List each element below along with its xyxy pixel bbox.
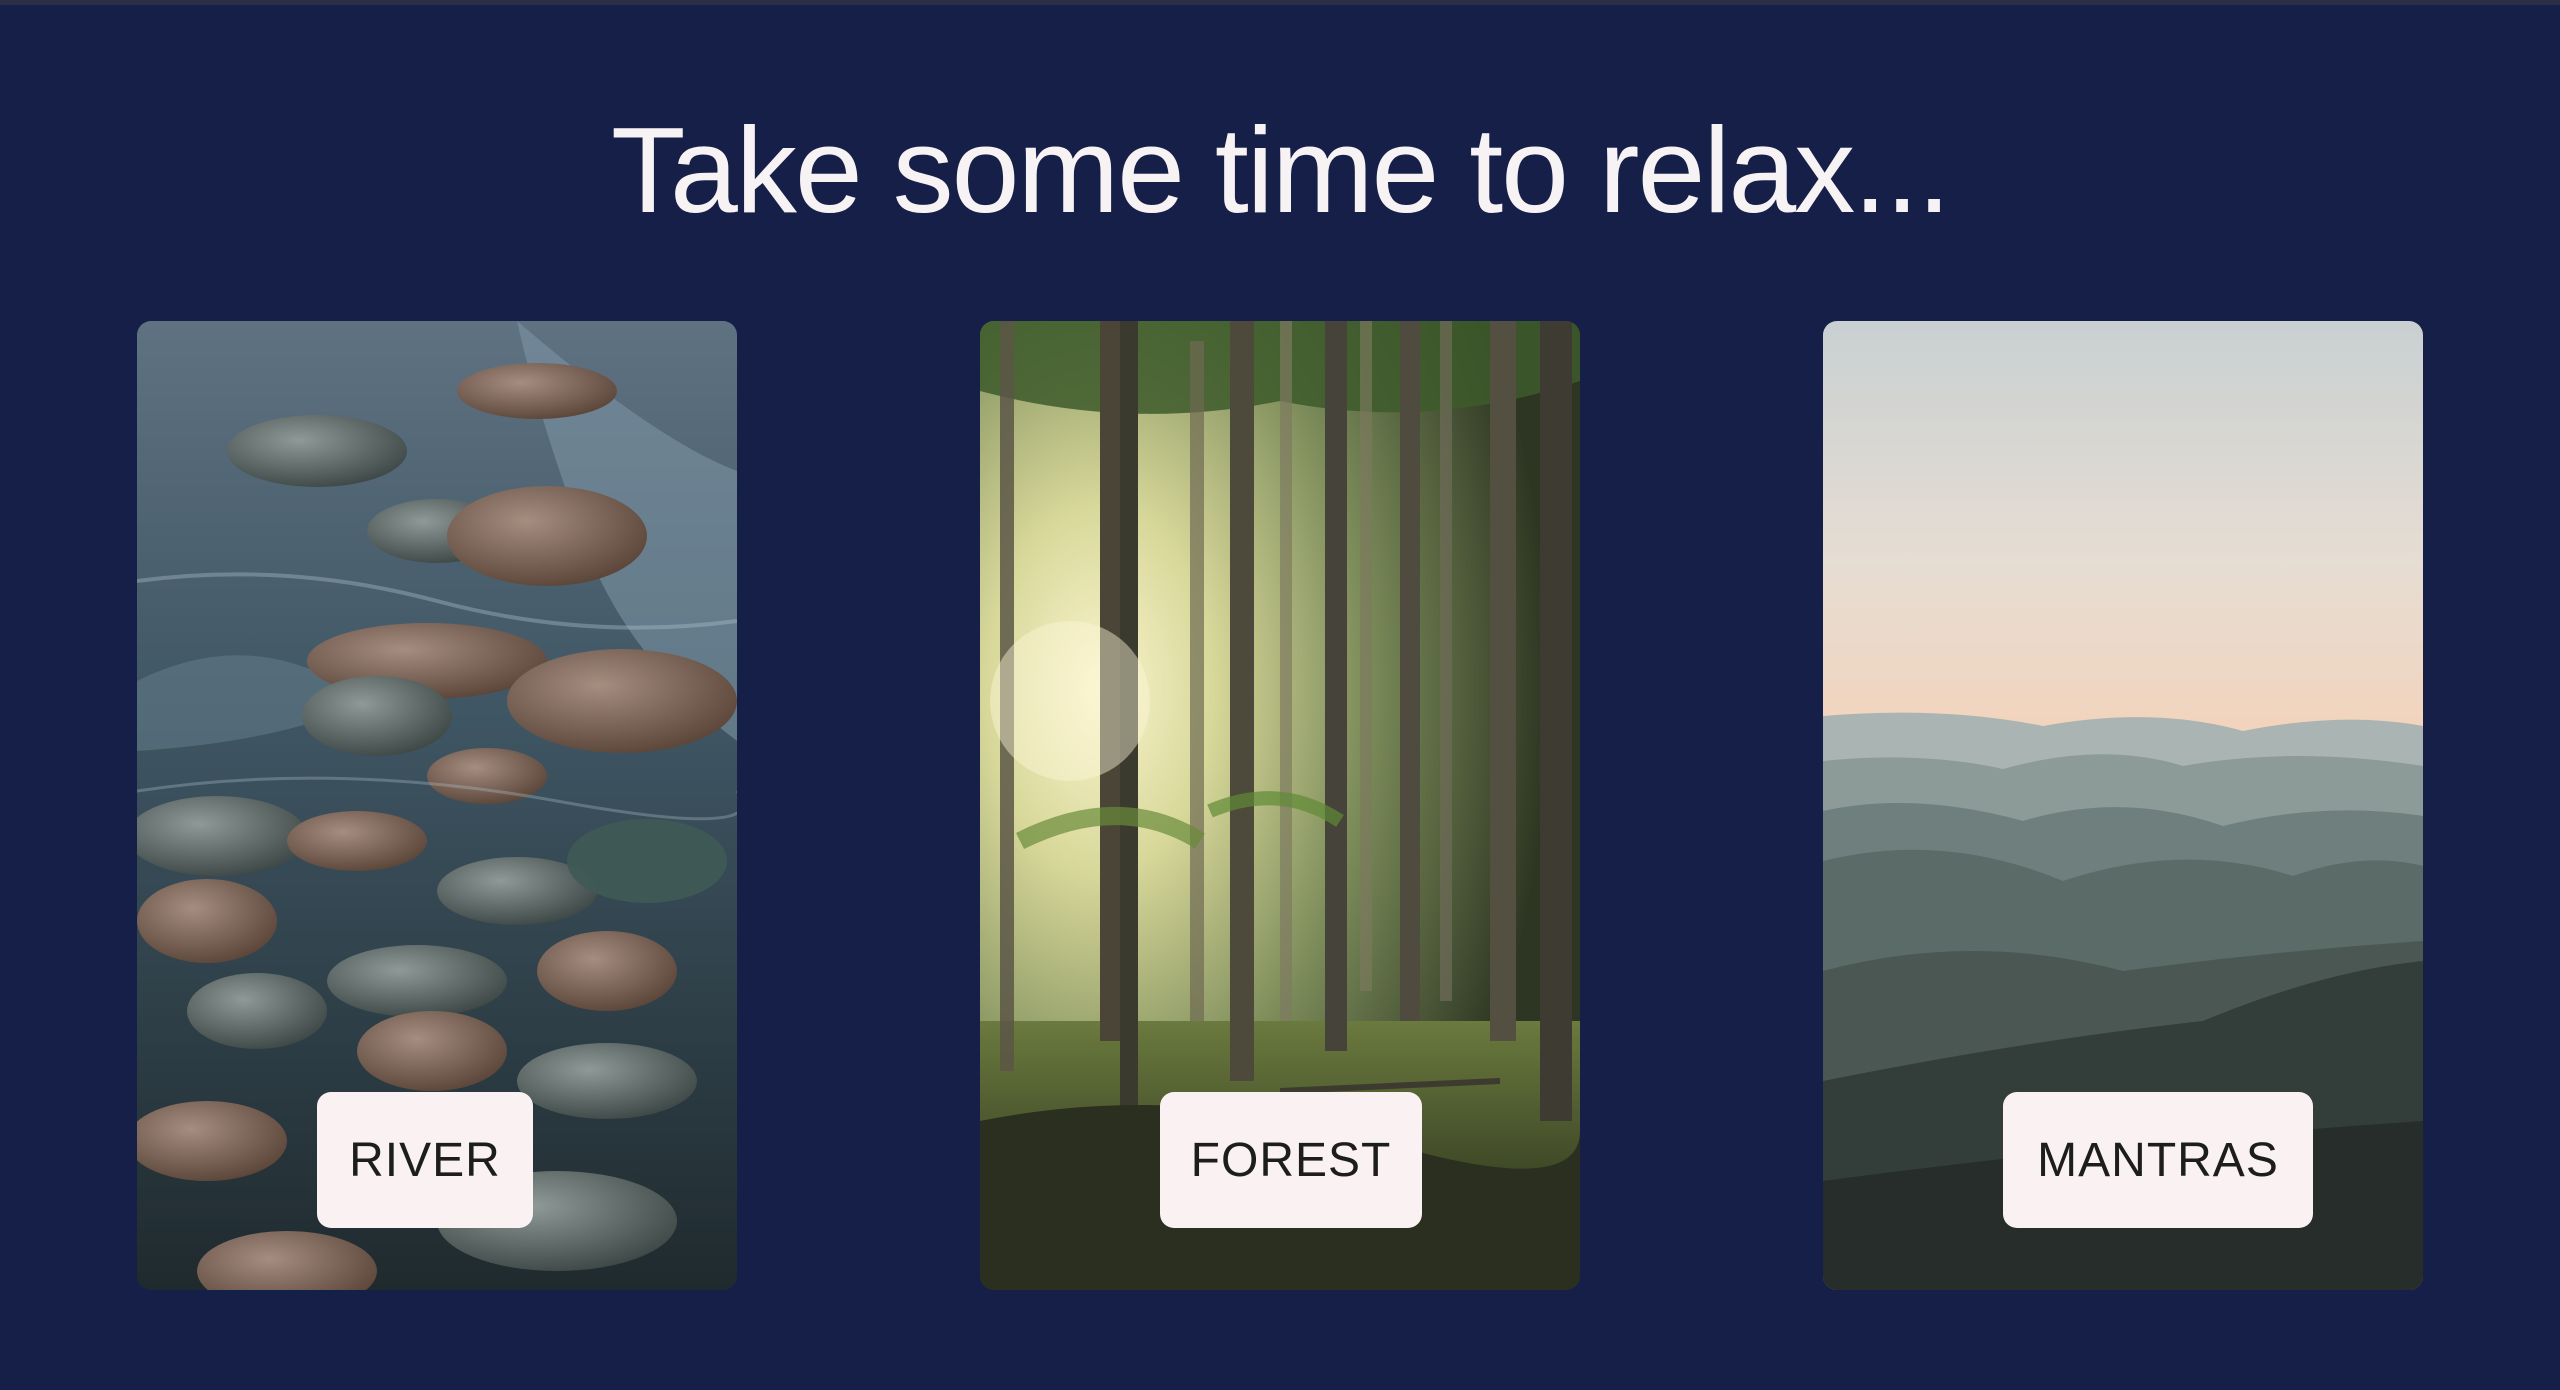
- mantras-button[interactable]: MANTRAS: [2003, 1092, 2313, 1228]
- page-title: Take some time to relax...: [611, 102, 1951, 238]
- relax-page: Take some time to relax... RIVER FOREST …: [0, 0, 2560, 1390]
- forest-button[interactable]: FOREST: [1160, 1092, 1422, 1228]
- card-river[interactable]: RIVER: [137, 321, 737, 1290]
- top-border: [0, 0, 2560, 5]
- card-mantras[interactable]: MANTRAS: [1823, 321, 2423, 1290]
- card-forest[interactable]: FOREST: [980, 321, 1580, 1290]
- river-button[interactable]: RIVER: [317, 1092, 533, 1228]
